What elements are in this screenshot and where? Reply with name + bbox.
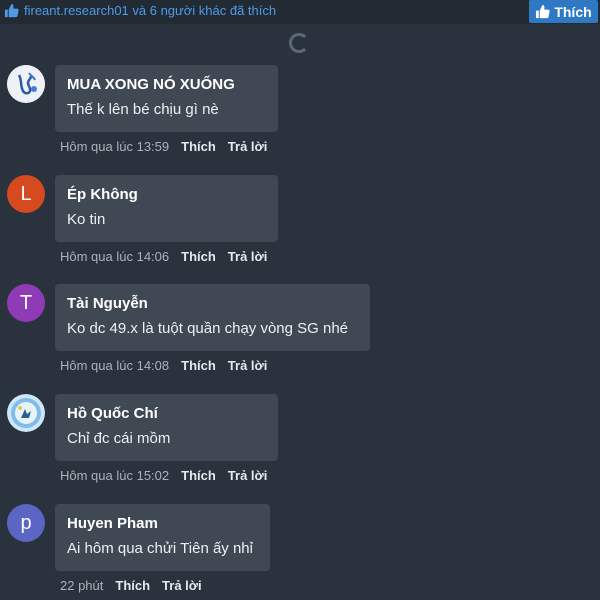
comment-item: T Tài Nguyễn Ko dc 49.x là tuột quần chạ… [0, 284, 600, 384]
comment-bubble: Huyen Pham Ai hôm qua chửi Tiên ấy nhỉ [55, 504, 270, 571]
comment-reply-action[interactable]: Trả lời [228, 249, 268, 264]
like-button[interactable]: Thích [529, 0, 598, 23]
comment-reply-action[interactable]: Trả lời [228, 358, 268, 373]
avatar[interactable] [7, 394, 45, 432]
comment-bubble: Ép Không Ko tin [55, 175, 278, 242]
comment-like-action[interactable]: Thích [181, 358, 216, 373]
avatar[interactable]: T [7, 284, 45, 322]
comment-bubble: Tài Nguyễn Ko dc 49.x là tuột quần chạy … [55, 284, 370, 351]
avatar[interactable] [7, 65, 45, 103]
comment-meta: Hôm qua lúc 14:08 Thích Trả lời [60, 358, 267, 373]
avatar[interactable]: L [7, 175, 45, 213]
comment-item: L Ép Không Ko tin Hôm qua lúc 14:06 Thíc… [0, 175, 600, 275]
comment-author[interactable]: Hồ Quốc Chí [67, 404, 266, 424]
comment-like-action[interactable]: Thích [181, 249, 216, 264]
avatar-letter: L [20, 182, 32, 205]
avatar-letter: T [19, 291, 33, 314]
comment-reply-action[interactable]: Trả lời [162, 578, 202, 593]
comment-text: Ai hôm qua chửi Tiên ấy nhỉ [67, 540, 253, 557]
comment-text: Ko dc 49.x là tuột quần chạy vòng SG nhé [67, 320, 349, 337]
comment-like-action[interactable]: Thích [181, 468, 216, 483]
comment-time[interactable]: Hôm qua lúc 15:02 [60, 468, 169, 483]
comment-bubble: Hồ Quốc Chí Chỉ đc cái mồm [55, 394, 278, 461]
comment-time[interactable]: Hôm qua lúc 14:06 [60, 249, 169, 264]
avatar[interactable]: p [7, 504, 45, 542]
comment-reply-action[interactable]: Trả lời [228, 468, 268, 483]
comment-text: Ko tin [67, 211, 106, 228]
comment-reply-action[interactable]: Trả lời [228, 139, 268, 154]
comment-author[interactable]: MUA XONG NÓ XUỐNG [67, 75, 266, 95]
comment-time[interactable]: Hôm qua lúc 13:59 [60, 139, 169, 154]
comment-item: Hồ Quốc Chí Chỉ đc cái mồm Hôm qua lúc 1… [0, 394, 600, 494]
comment-meta: Hôm qua lúc 15:02 Thích Trả lời [60, 468, 267, 483]
comment-text: Thế k lên bé chịu gì nè [67, 101, 219, 118]
comments-header: fireant.research01 và 6 người khác đã th… [0, 0, 600, 24]
comment-meta: Hôm qua lúc 14:06 Thích Trả lời [60, 249, 267, 264]
comment-author[interactable]: Huyen Pham [67, 514, 258, 534]
comment-time[interactable]: Hôm qua lúc 14:08 [60, 358, 169, 373]
comment-item: p Huyen Pham Ai hôm qua chửi Tiên ấy nhỉ… [0, 504, 600, 600]
comment-like-action[interactable]: Thích [115, 578, 150, 593]
comment-meta: 22 phút Thích Trả lời [60, 578, 202, 593]
comment-text: Chỉ đc cái mồm [67, 430, 171, 447]
like-button-label: Thích [554, 3, 592, 20]
comment-item: MUA XONG NÓ XUỐNG Thế k lên bé chịu gì n… [0, 65, 600, 165]
avatar-letter: p [20, 511, 32, 534]
avatar-image [7, 65, 45, 103]
avatar-image [7, 394, 45, 432]
comment-bubble: MUA XONG NÓ XUỐNG Thế k lên bé chịu gì n… [55, 65, 278, 132]
comment-like-action[interactable]: Thích [181, 139, 216, 154]
thumbs-up-icon [4, 3, 19, 18]
comment-time[interactable]: 22 phút [60, 578, 103, 593]
comment-author[interactable]: Tài Nguyễn [67, 294, 358, 314]
likes-summary[interactable]: fireant.research01 và 6 người khác đã th… [4, 3, 276, 18]
thumbs-up-icon [536, 4, 550, 19]
comment-author[interactable]: Ép Không [67, 185, 266, 205]
comment-meta: Hôm qua lúc 13:59 Thích Trả lời [60, 139, 267, 154]
likes-summary-text[interactable]: fireant.research01 và 6 người khác đã th… [24, 3, 276, 18]
spinner-icon [289, 33, 309, 53]
